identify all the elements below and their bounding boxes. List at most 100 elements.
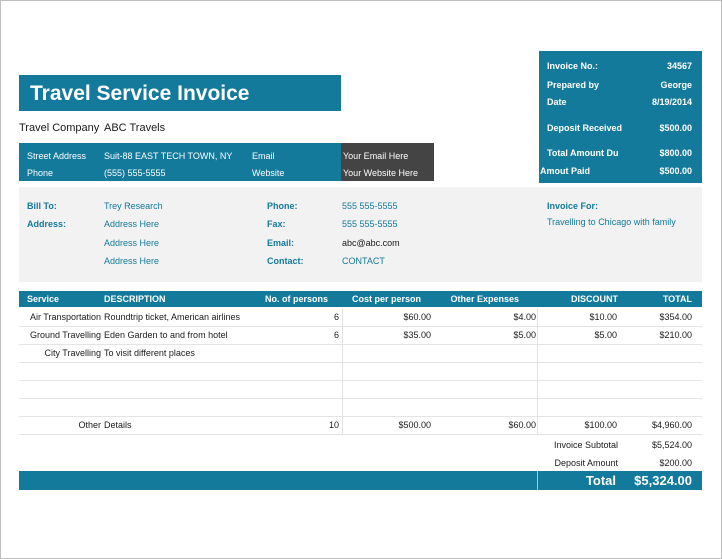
cell-description[interactable]: Roundtrip ticket, American airlines: [104, 312, 240, 322]
cell-service[interactable]: City Travelling: [44, 348, 101, 358]
cell-description[interactable]: Details: [104, 420, 132, 430]
column-divider: [342, 308, 343, 326]
bill-fax-value[interactable]: 555 555-5555: [342, 219, 398, 229]
column-divider: [537, 398, 538, 416]
cell-total[interactable]: $210.00: [659, 330, 692, 340]
total-due-label: Total Amount Du: [547, 148, 619, 158]
bill-contact-value[interactable]: CONTACT: [342, 256, 385, 266]
bill-to-section: Bill To: Trey Research Address: Address …: [19, 187, 702, 282]
bill-email-label: Email:: [267, 238, 295, 248]
cell-discount[interactable]: $5.00: [594, 330, 617, 340]
cell-description[interactable]: To visit different places: [104, 348, 195, 358]
header-cost: Cost per person: [351, 294, 421, 304]
column-divider: [342, 326, 343, 344]
deposit-label: Deposit Amount: [554, 458, 618, 468]
column-divider: [537, 308, 538, 326]
address-line[interactable]: Address Here: [104, 238, 159, 248]
header-total: TOTAL: [662, 294, 692, 304]
bill-phone-label: Phone:: [267, 201, 298, 211]
header-service: Service: [27, 294, 60, 304]
bill-phone-value[interactable]: 555 555-5555: [342, 201, 398, 211]
column-divider: [342, 362, 343, 380]
cell-service[interactable]: Other: [78, 420, 101, 430]
email-value: Your Email Here: [343, 151, 409, 161]
invoice-info-box: Invoice No.: 34567 Prepared by George Da…: [539, 51, 702, 183]
address-line[interactable]: Address Here: [104, 219, 159, 229]
column-divider: [537, 362, 538, 380]
invoice-for-value[interactable]: Travelling to Chicago with family: [547, 217, 676, 227]
email-label: Email: [252, 151, 275, 161]
bill-fax-label: Fax:: [267, 219, 286, 229]
deposit-received-label: Deposit Received: [547, 123, 623, 133]
cell-other-expenses[interactable]: $60.00: [508, 420, 536, 430]
cell-persons[interactable]: 6: [334, 312, 339, 322]
table-header: Service DESCRIPTION No. of persons Cost …: [19, 291, 702, 307]
title-bar: Travel Service Invoice: [19, 75, 341, 111]
phone-label: Phone: [27, 168, 54, 178]
address-line[interactable]: Address Here: [104, 256, 159, 266]
table-row: Other Details 10 $500.00 $60.00 $100.00 $4,960…: [19, 416, 702, 435]
cell-discount[interactable]: $100.00: [584, 420, 617, 430]
total-label: Total: [585, 473, 616, 488]
table-row: [19, 362, 702, 381]
column-divider: [342, 416, 343, 434]
total-due-value: $800.00: [659, 148, 692, 158]
cell-other-expenses[interactable]: $5.00: [513, 330, 536, 340]
contact-band: Street Address Suit-88 EAST TECH TOWN, N…: [19, 143, 341, 181]
cell-cost[interactable]: $500.00: [398, 420, 431, 430]
cell-total[interactable]: $4,960.00: [652, 420, 692, 430]
header-discount: DISCOUNT: [571, 294, 618, 304]
cell-other-expenses[interactable]: $4.00: [513, 312, 536, 322]
prepared-value: George: [660, 80, 692, 90]
bill-email-value[interactable]: abc@abc.com: [342, 238, 400, 248]
bill-to-value[interactable]: Trey Research: [104, 201, 163, 211]
invoice-no-value: 34567: [666, 61, 692, 71]
table-row: Ground Travelling Eden Garden to and from…: [19, 326, 702, 345]
cell-cost[interactable]: $35.00: [403, 330, 431, 340]
total-bar: Total $5,324.00: [19, 471, 702, 490]
header-other: Other Expenses: [450, 294, 519, 304]
column-divider: [537, 326, 538, 344]
deposit-received-value: $500.00: [659, 123, 692, 133]
cell-discount[interactable]: $10.00: [589, 312, 617, 322]
amount-paid-value: $500.00: [659, 166, 692, 176]
company-name: ABC Travels: [104, 122, 166, 134]
column-divider: [342, 380, 343, 398]
website-value: Your Website Here: [343, 168, 419, 178]
website-label: Website: [252, 168, 285, 178]
header-persons: No. of persons: [264, 294, 328, 304]
cell-service[interactable]: Air Transportation: [30, 312, 101, 322]
column-divider: [537, 416, 538, 434]
table-row: City Travelling To visit different places: [19, 344, 702, 363]
subtotal-row: Invoice Subtotal $5,524.00: [19, 436, 702, 454]
column-divider: [537, 344, 538, 362]
phone-value: (555) 555-5555: [104, 168, 166, 178]
invoice-for-label: Invoice For:: [547, 201, 599, 211]
bill-contact-label: Contact:: [267, 256, 304, 266]
cell-service[interactable]: Ground Travelling: [30, 330, 101, 340]
column-divider: [342, 344, 343, 362]
deposit-value: $200.00: [659, 458, 692, 468]
invoice-title: Travel Service Invoice: [30, 82, 250, 105]
bill-to-label: Bill To:: [27, 201, 57, 211]
cell-total[interactable]: $354.00: [659, 312, 692, 322]
contact-value-box: Your Email Here Your Website Here: [341, 143, 434, 181]
total-separator: [537, 471, 538, 490]
total-value: $5,324.00: [634, 473, 692, 488]
street-label: Street Address: [27, 151, 87, 161]
cell-description[interactable]: Eden Garden to and from hotel: [104, 330, 228, 340]
cell-cost[interactable]: $60.00: [403, 312, 431, 322]
prepared-label: Prepared by: [547, 80, 600, 90]
company-label: Travel Company: [19, 122, 100, 134]
street-value: Suit-88 EAST TECH TOWN, NY: [104, 151, 233, 161]
date-label: Date: [547, 97, 567, 107]
header-description: DESCRIPTION: [104, 294, 166, 304]
amount-paid-label: Amout Paid: [540, 166, 591, 176]
date-value: 8/19/2014: [651, 97, 692, 107]
column-divider: [342, 398, 343, 416]
address-label: Address:: [27, 219, 67, 229]
subtotal-label: Invoice Subtotal: [553, 440, 618, 450]
cell-persons[interactable]: 10: [329, 420, 339, 430]
cell-persons[interactable]: 6: [334, 330, 339, 340]
table-row: [19, 398, 702, 417]
